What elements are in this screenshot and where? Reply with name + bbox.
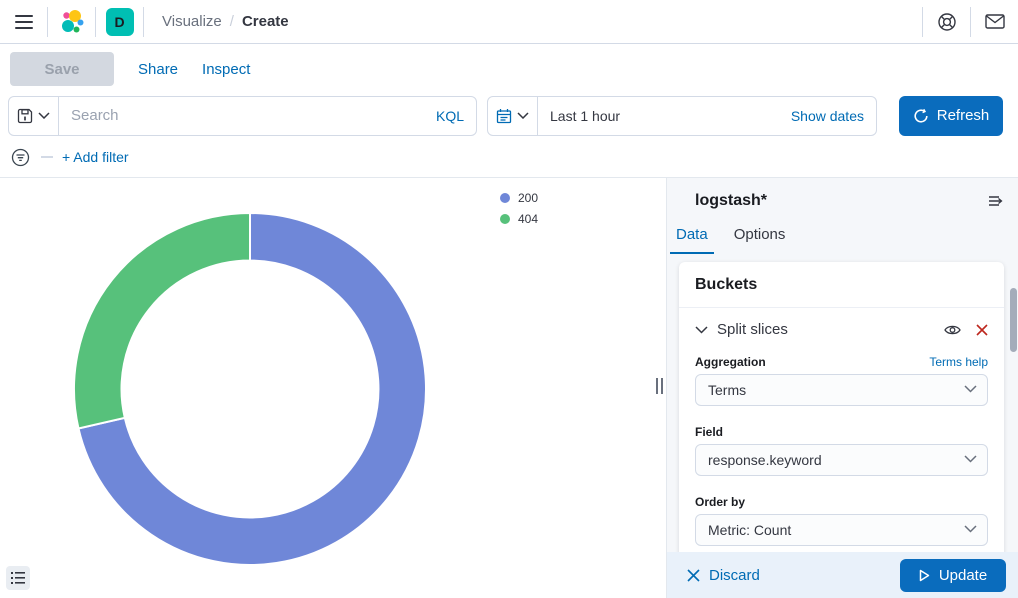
date-quick-select-button[interactable] [488, 97, 538, 135]
breadcrumb-visualize[interactable]: Visualize [162, 13, 222, 30]
breadcrumb: Visualize / Create [144, 13, 289, 30]
top-header: D Visualize / Create [0, 0, 1018, 44]
header-right [922, 0, 1018, 43]
search-input[interactable] [59, 107, 436, 124]
legend-dot [500, 214, 510, 224]
chevron-down-icon [964, 525, 977, 533]
donut-slice-404[interactable] [74, 213, 250, 428]
collapse-panel-icon [988, 194, 1004, 208]
help-button[interactable] [923, 0, 970, 43]
panel-scrollbar[interactable] [1010, 288, 1017, 352]
split-slices-row[interactable]: Split slices [695, 321, 988, 338]
remove-bucket-button[interactable] [976, 324, 988, 336]
order-by-select[interactable]: Metric: Count [695, 514, 988, 546]
refresh-icon [913, 108, 929, 124]
calendar-icon [496, 108, 512, 124]
buckets-title: Buckets [695, 276, 988, 294]
share-button[interactable]: Share [138, 61, 178, 78]
collapse-panel-button[interactable] [988, 194, 1004, 208]
elastic-logo [59, 9, 85, 35]
legend-dot [500, 193, 510, 203]
legend-label: 404 [518, 212, 538, 226]
panel-resize-handle[interactable] [655, 378, 664, 394]
space-badge: D [106, 8, 134, 36]
filter-icon [11, 148, 30, 167]
add-filter-button[interactable]: + Add filter [62, 149, 129, 165]
field-label: Field [695, 425, 723, 439]
chevron-down-icon [38, 112, 50, 119]
play-icon [919, 569, 930, 582]
query-bar: KQL [8, 96, 477, 136]
inspect-button[interactable]: Inspect [202, 61, 250, 78]
discard-button[interactable]: Discard [687, 567, 760, 584]
space-switcher-button[interactable]: D [96, 0, 143, 43]
editor-panel: logstash* Data Options Buckets Split sli… [666, 178, 1018, 598]
legend-label: 200 [518, 191, 538, 205]
split-slices-label: Split slices [717, 321, 788, 338]
help-icon [937, 12, 957, 32]
index-pattern-title: logstash* [695, 192, 767, 210]
show-dates-button[interactable]: Show dates [791, 108, 876, 124]
aggregation-label: Aggregation [695, 355, 766, 369]
visualize-toolbar: Save Share Inspect [0, 44, 1018, 94]
terms-help-link[interactable]: Terms help [929, 355, 988, 369]
buckets-card: Buckets Split slices Aggregati [679, 262, 1004, 592]
main-content: 200 404 logstash* Data Options Buckets [0, 178, 1018, 598]
field-select[interactable]: response.keyword [695, 444, 988, 476]
aggregation-label-row: Aggregation Terms help [695, 355, 988, 369]
chevron-down-icon [964, 385, 977, 393]
toggle-visibility-button[interactable] [944, 324, 961, 336]
chevron-down-icon [695, 326, 708, 334]
close-icon [687, 569, 700, 582]
tab-data[interactable]: Data [670, 222, 714, 254]
time-range-value[interactable]: Last 1 hour [538, 108, 620, 124]
saved-query-menu-button[interactable] [9, 97, 59, 135]
field-value: response.keyword [708, 452, 822, 468]
filter-bar: + Add filter [0, 138, 1018, 176]
chevron-down-icon [517, 112, 529, 119]
order-by-label-row: Order by [695, 495, 988, 509]
update-label: Update [939, 567, 987, 584]
order-by-value: Metric: Count [708, 522, 791, 538]
newsfeed-button[interactable] [971, 0, 1018, 43]
editor-header: logstash* [667, 178, 1018, 210]
refresh-label: Refresh [937, 107, 990, 124]
eye-icon [944, 324, 961, 336]
donut-chart[interactable] [0, 178, 500, 598]
query-language-button[interactable]: KQL [436, 108, 476, 124]
menu-button[interactable] [0, 0, 47, 43]
save-disk-icon [17, 108, 33, 124]
card-divider [679, 307, 1004, 308]
filter-menu-button[interactable] [8, 145, 32, 169]
chevron-down-icon [964, 455, 977, 463]
visualization-area: 200 404 [0, 178, 664, 598]
editor-action-bar: Discard Update [667, 552, 1018, 598]
aggregation-value: Terms [708, 382, 746, 398]
elastic-logo-button[interactable] [48, 0, 95, 43]
aggregation-select[interactable]: Terms [695, 374, 988, 406]
tab-options[interactable]: Options [728, 222, 792, 254]
legend-item-200[interactable]: 200 [500, 191, 538, 205]
discard-label: Discard [709, 567, 760, 584]
field-label-row: Field [695, 425, 988, 439]
chart-legend: 200 404 [500, 191, 538, 226]
filter-divider [41, 156, 53, 158]
time-picker-bar: Last 1 hour Show dates [487, 96, 877, 136]
query-row: KQL Last 1 hour Show dates Refresh [0, 95, 1018, 136]
editor-tabs: Data Options [667, 222, 1018, 254]
list-icon [11, 572, 25, 584]
order-by-label: Order by [695, 495, 745, 509]
save-button[interactable]: Save [10, 52, 114, 86]
legend-toggle-button[interactable] [6, 566, 30, 590]
update-button[interactable]: Update [900, 559, 1006, 592]
breadcrumb-create: Create [242, 13, 289, 30]
legend-item-404[interactable]: 404 [500, 212, 538, 226]
menu-icon [15, 15, 33, 29]
mail-icon [985, 14, 1005, 29]
close-icon [976, 324, 988, 336]
refresh-button[interactable]: Refresh [899, 96, 1003, 136]
breadcrumb-separator: / [230, 13, 234, 30]
